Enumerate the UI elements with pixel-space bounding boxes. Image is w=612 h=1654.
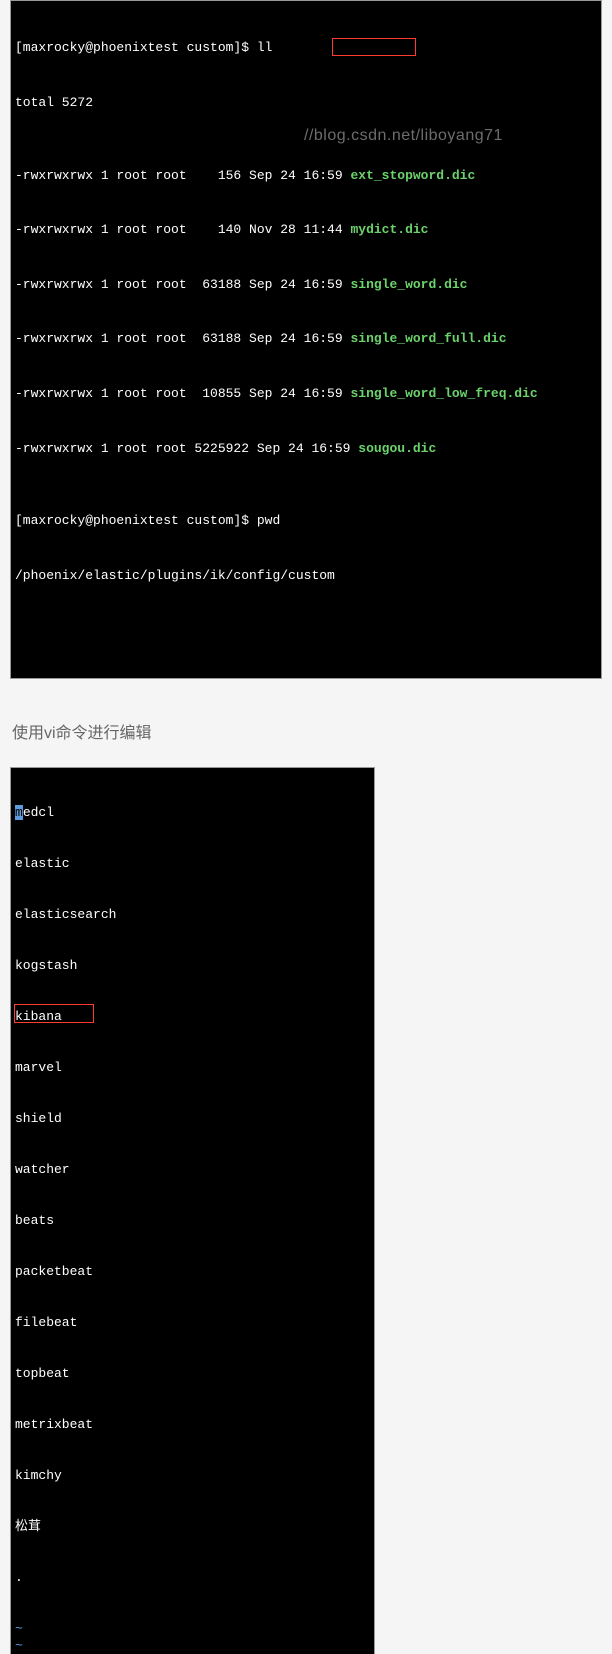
vi-tilde-line: ~ xyxy=(15,1637,370,1654)
vi-editor: medcl elastic elasticsearch kogstash kib… xyxy=(10,767,375,1654)
watermark-csdn: //blog.csdn.net/liboyang71 xyxy=(304,125,503,147)
vi-line: elasticsearch xyxy=(15,906,370,923)
filename: single_word_full.dic xyxy=(350,331,506,346)
ls-row: -rwxrwxrwx 1 root root 63188 Sep 24 16:5… xyxy=(15,276,597,294)
total-line: total 5272 xyxy=(15,94,597,112)
cmd-ll: ll xyxy=(257,40,273,55)
filename: single_word_low_freq.dic xyxy=(350,386,537,401)
vi-cursor: m xyxy=(15,805,23,820)
ls-row: -rwxrwxrwx 1 root root 140 Nov 28 11:44 … xyxy=(15,221,597,239)
pwd-output: /phoenix/elastic/plugins/ik/config/custo… xyxy=(15,567,597,585)
vi-line: 松茸 xyxy=(15,1518,370,1535)
perm-text: -rwxrwxrwx 1 root root 63188 Sep 24 16:5… xyxy=(15,277,350,292)
vi-line: shield xyxy=(15,1110,370,1127)
ls-row: -rwxrwxrwx 1 root root 5225922 Sep 24 16… xyxy=(15,440,597,458)
section-title: 使用vi命令进行编辑 xyxy=(12,719,600,743)
vi-line: kimchy xyxy=(15,1467,370,1484)
filename: single_word.dic xyxy=(350,277,467,292)
vi-line: kogstash xyxy=(15,957,370,974)
highlight-box-mydict xyxy=(332,38,416,56)
filename: mydict.dic xyxy=(350,222,428,237)
vi-line: . xyxy=(15,1569,370,1586)
vi-line: beats xyxy=(15,1212,370,1229)
vi-line: watcher xyxy=(15,1161,370,1178)
cmd-pwd: pwd xyxy=(257,513,280,528)
vi-line: elastic xyxy=(15,855,370,872)
ls-row: -rwxrwxrwx 1 root root 10855 Sep 24 16:5… xyxy=(15,385,597,403)
ls-row: -rwxrwxrwx 1 root root 63188 Sep 24 16:5… xyxy=(15,330,597,348)
vi-line: medcl xyxy=(15,804,370,821)
filename: ext_stopword.dic xyxy=(350,168,475,183)
vi-line: marvel xyxy=(15,1059,370,1076)
vi-tilde-line: ~ xyxy=(15,1620,370,1637)
vi-line: filebeat xyxy=(15,1314,370,1331)
vi-tildes: ~~~~~~~~~~~~~~~~~ xyxy=(15,1620,370,1654)
shell-prompt: [maxrocky@phoenixtest custom]$ xyxy=(15,513,257,528)
shell-prompt: [maxrocky@phoenixtest custom]$ xyxy=(15,40,257,55)
terminal-ls-output: [maxrocky@phoenixtest custom]$ ll total … xyxy=(10,0,602,679)
perm-text: -rwxrwxrwx 1 root root 140 Nov 28 11:44 xyxy=(15,222,350,237)
vi-line: packetbeat xyxy=(15,1263,370,1280)
highlight-box-songrong xyxy=(14,1004,94,1023)
vi-line: topbeat xyxy=(15,1365,370,1382)
vi-text: edcl xyxy=(23,805,54,820)
filename: sougou.dic xyxy=(358,441,436,456)
perm-text: -rwxrwxrwx 1 root root 63188 Sep 24 16:5… xyxy=(15,331,350,346)
vi-line: metrixbeat xyxy=(15,1416,370,1433)
perm-text: -rwxrwxrwx 1 root root 10855 Sep 24 16:5… xyxy=(15,386,350,401)
ls-row: -rwxrwxrwx 1 root root 156 Sep 24 16:59 … xyxy=(15,167,597,185)
perm-text: -rwxrwxrwx 1 root root 5225922 Sep 24 16… xyxy=(15,441,358,456)
perm-text: -rwxrwxrwx 1 root root 156 Sep 24 16:59 xyxy=(15,168,350,183)
